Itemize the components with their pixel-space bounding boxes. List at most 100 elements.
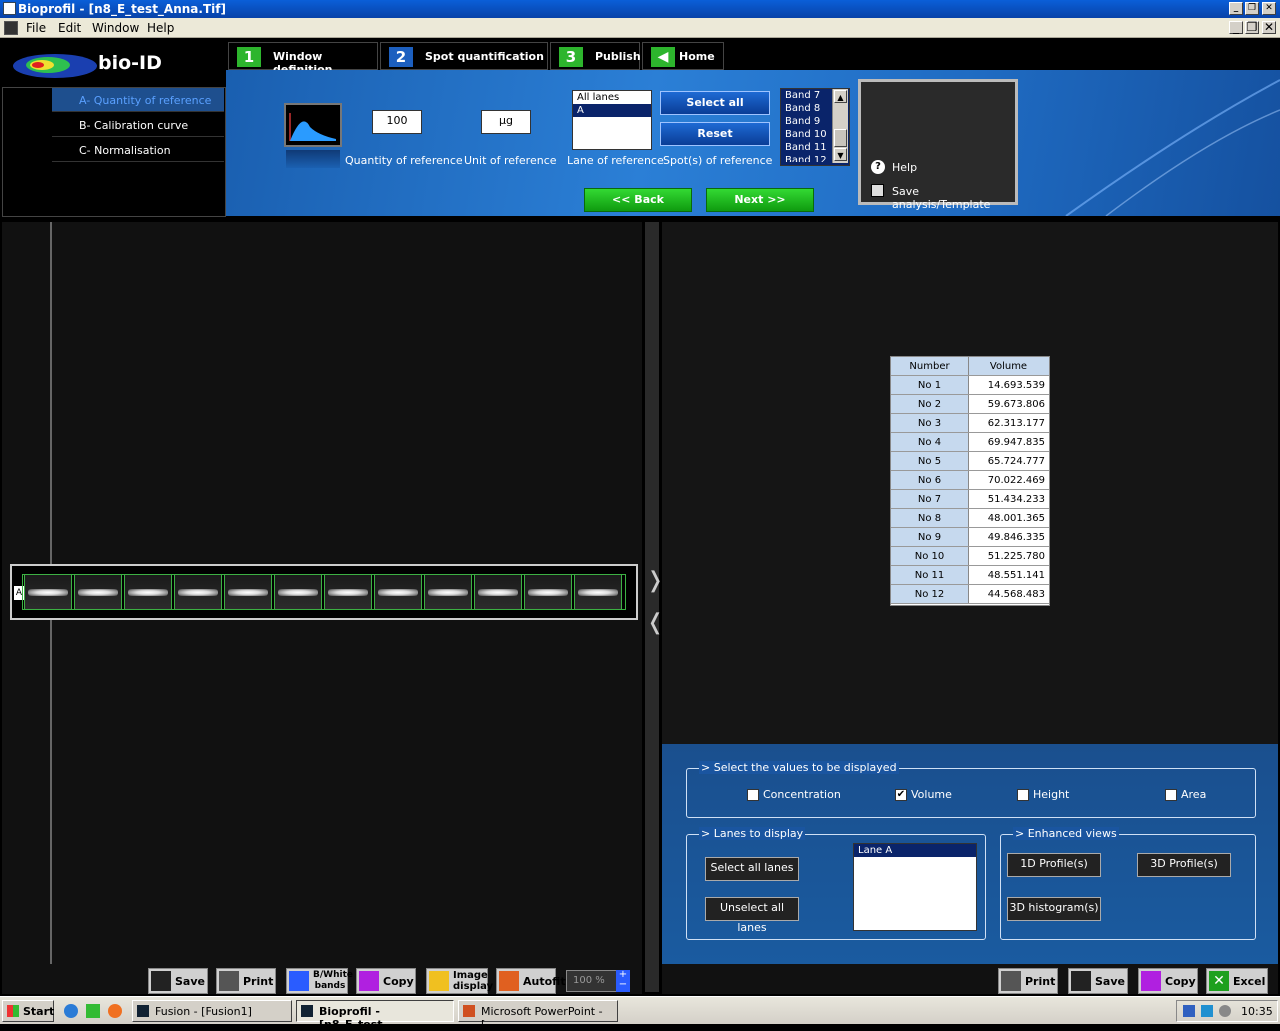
reset-button[interactable]: Reset — [660, 122, 770, 146]
table-row[interactable]: No 9 49.846.335 — [891, 528, 1049, 547]
start-button[interactable]: Start — [2, 1000, 54, 1022]
next-button[interactable]: Next >> — [706, 188, 814, 212]
scroll-down-icon[interactable]: ▼ — [834, 148, 847, 161]
restore-icon[interactable]: ❐ — [1245, 2, 1259, 15]
menu-window[interactable]: Window — [92, 21, 139, 35]
scroll-up-icon[interactable]: ▲ — [834, 90, 847, 103]
help-label[interactable]: Help — [892, 161, 917, 174]
select-all-button[interactable]: Select all — [660, 91, 770, 115]
close-icon[interactable]: ✕ — [1262, 2, 1276, 15]
zoom-stepper-icon[interactable]: + − — [616, 970, 630, 992]
table-row[interactable]: No 6 70.022.469 — [891, 471, 1049, 490]
save-button[interactable]: Save — [148, 968, 208, 994]
save-template-icon[interactable] — [871, 184, 884, 197]
gel-lane[interactable] — [524, 574, 572, 610]
tab-spot-quantification[interactable]: 2 Spot quantification — [380, 42, 548, 70]
view-splitter[interactable]: ❭ ❬ — [645, 222, 664, 992]
area-checkbox[interactable] — [1165, 789, 1177, 801]
select-all-lanes-button[interactable]: Select all lanes — [705, 857, 799, 881]
task-powerpoint[interactable]: Microsoft PowerPoint - [... — [458, 1000, 618, 1031]
table-row[interactable]: No 7 51.434.233 — [891, 490, 1049, 509]
profile-3d-button[interactable]: 3D Profile(s) — [1137, 853, 1231, 877]
table-row[interactable]: No 11 48.551.141 — [891, 566, 1049, 585]
volume-table[interactable]: Number Volume No 1 14.693.539 No 2 59.673.8… — [890, 356, 1050, 606]
lanes-listbox[interactable]: Lane A — [853, 843, 977, 931]
table-row[interactable]: No 8 48.001.365 — [891, 509, 1049, 528]
volume-checkbox[interactable]: ✔ — [895, 789, 907, 801]
save-template-label[interactable]: Save analysis/Template — [892, 185, 1015, 211]
unselect-all-lanes-button[interactable]: Unselect all lanes — [705, 897, 799, 934]
gel-lane[interactable] — [374, 574, 422, 610]
concentration-checkbox[interactable] — [747, 789, 759, 801]
unit-input[interactable]: µg — [481, 110, 531, 134]
lane-option-a[interactable]: A — [573, 104, 651, 117]
menu-file[interactable]: File — [26, 21, 46, 35]
values-group-title: > Select the values to be displayed — [699, 761, 899, 774]
task-bioprofil[interactable]: Bioprofil - [n8_E_test... — [296, 1000, 454, 1031]
profile-1d-button[interactable]: 1D Profile(s) — [1007, 853, 1101, 877]
height-label: Height — [1033, 788, 1070, 801]
doc-close-icon[interactable]: ✕ — [1262, 21, 1276, 34]
gel-lane[interactable] — [474, 574, 522, 610]
gel-lane[interactable] — [424, 574, 472, 610]
lane-option-all[interactable]: All lanes — [573, 91, 651, 104]
excel-button[interactable]: ✕ Excel — [1206, 968, 1268, 994]
document-icon[interactable] — [4, 21, 18, 35]
gel-band — [228, 589, 268, 596]
gel-lane[interactable] — [124, 574, 172, 610]
table-row[interactable]: No 3 62.313.177 — [891, 414, 1049, 433]
doc-minimize-icon[interactable]: _ — [1229, 21, 1243, 34]
print-button[interactable]: Print — [216, 968, 276, 994]
tab-home[interactable]: ◀ Home — [642, 42, 724, 70]
table-row[interactable]: No 5 65.724.777 — [891, 452, 1049, 471]
table-row[interactable]: No 4 69.947.835 — [891, 433, 1049, 452]
gel-lane[interactable] — [574, 574, 622, 610]
doc-restore-icon[interactable]: ❐ — [1245, 21, 1259, 34]
histogram-3d-button[interactable]: 3D histogram(s) — [1007, 897, 1101, 921]
printer-icon — [219, 971, 239, 991]
network-icon[interactable] — [1201, 1005, 1213, 1017]
ie-icon[interactable] — [64, 1004, 78, 1018]
firefox-icon[interactable] — [108, 1004, 122, 1018]
zoom-field[interactable]: 100 % — [566, 970, 618, 992]
right-save-button[interactable]: Save — [1068, 968, 1128, 994]
minimize-icon[interactable]: _ — [1229, 2, 1243, 15]
table-row[interactable]: No 1 14.693.539 — [891, 376, 1049, 395]
right-copy-button[interactable]: Copy — [1138, 968, 1198, 994]
menu-edit[interactable]: Edit — [58, 21, 81, 35]
table-row[interactable]: No 12 44.568.483 — [891, 585, 1049, 604]
gel-lane[interactable] — [224, 574, 272, 610]
copy-button[interactable]: Copy — [356, 968, 416, 994]
quicklaunch-icon[interactable] — [86, 1004, 100, 1018]
tab-window-definition[interactable]: 1Window definition — [228, 42, 378, 76]
scroll-thumb[interactable] — [834, 129, 847, 147]
gel-lane[interactable] — [324, 574, 372, 610]
image-display-button[interactable]: Image display — [426, 968, 493, 994]
table-row[interactable]: No 2 59.673.806 — [891, 395, 1049, 414]
quantity-input[interactable]: 100 — [372, 110, 422, 134]
tab-publish[interactable]: 3 Publish — [550, 42, 641, 70]
gel-lane[interactable] — [274, 574, 322, 610]
window-title: Bioprofil - [n8_E_test_Anna.Tif] — [18, 2, 226, 16]
bw-bands-button[interactable]: B/White bands — [286, 968, 353, 994]
lane-list-item[interactable]: Lane A — [854, 844, 976, 857]
nav-quantity-of-reference[interactable]: A- Quantity of reference — [52, 88, 224, 112]
gel-lane[interactable] — [174, 574, 222, 610]
lane-listbox[interactable]: All lanes A — [572, 90, 652, 150]
right-print-button[interactable]: Print — [998, 968, 1058, 994]
volume-icon[interactable] — [1219, 1005, 1231, 1017]
gel-lane[interactable] — [74, 574, 122, 610]
autofit-button[interactable]: Autofit — [496, 968, 566, 994]
task-fusion[interactable]: Fusion - [Fusion1] — [132, 1000, 292, 1022]
gel-lane[interactable] — [24, 574, 72, 610]
back-button[interactable]: << Back — [584, 188, 692, 212]
table-row[interactable]: No 10 51.225.780 — [891, 547, 1049, 566]
menu-help[interactable]: Help — [147, 21, 174, 35]
shield-icon[interactable] — [1183, 1005, 1195, 1017]
nav-normalisation[interactable]: C- Normalisation — [52, 138, 224, 162]
nav-calibration-curve[interactable]: B- Calibration curve — [52, 113, 224, 137]
gel-image[interactable]: A — [10, 564, 638, 620]
height-checkbox[interactable] — [1017, 789, 1029, 801]
band-scrollbar[interactable]: ▲ ▼ — [832, 89, 848, 163]
help-icon[interactable]: ? — [871, 160, 885, 174]
